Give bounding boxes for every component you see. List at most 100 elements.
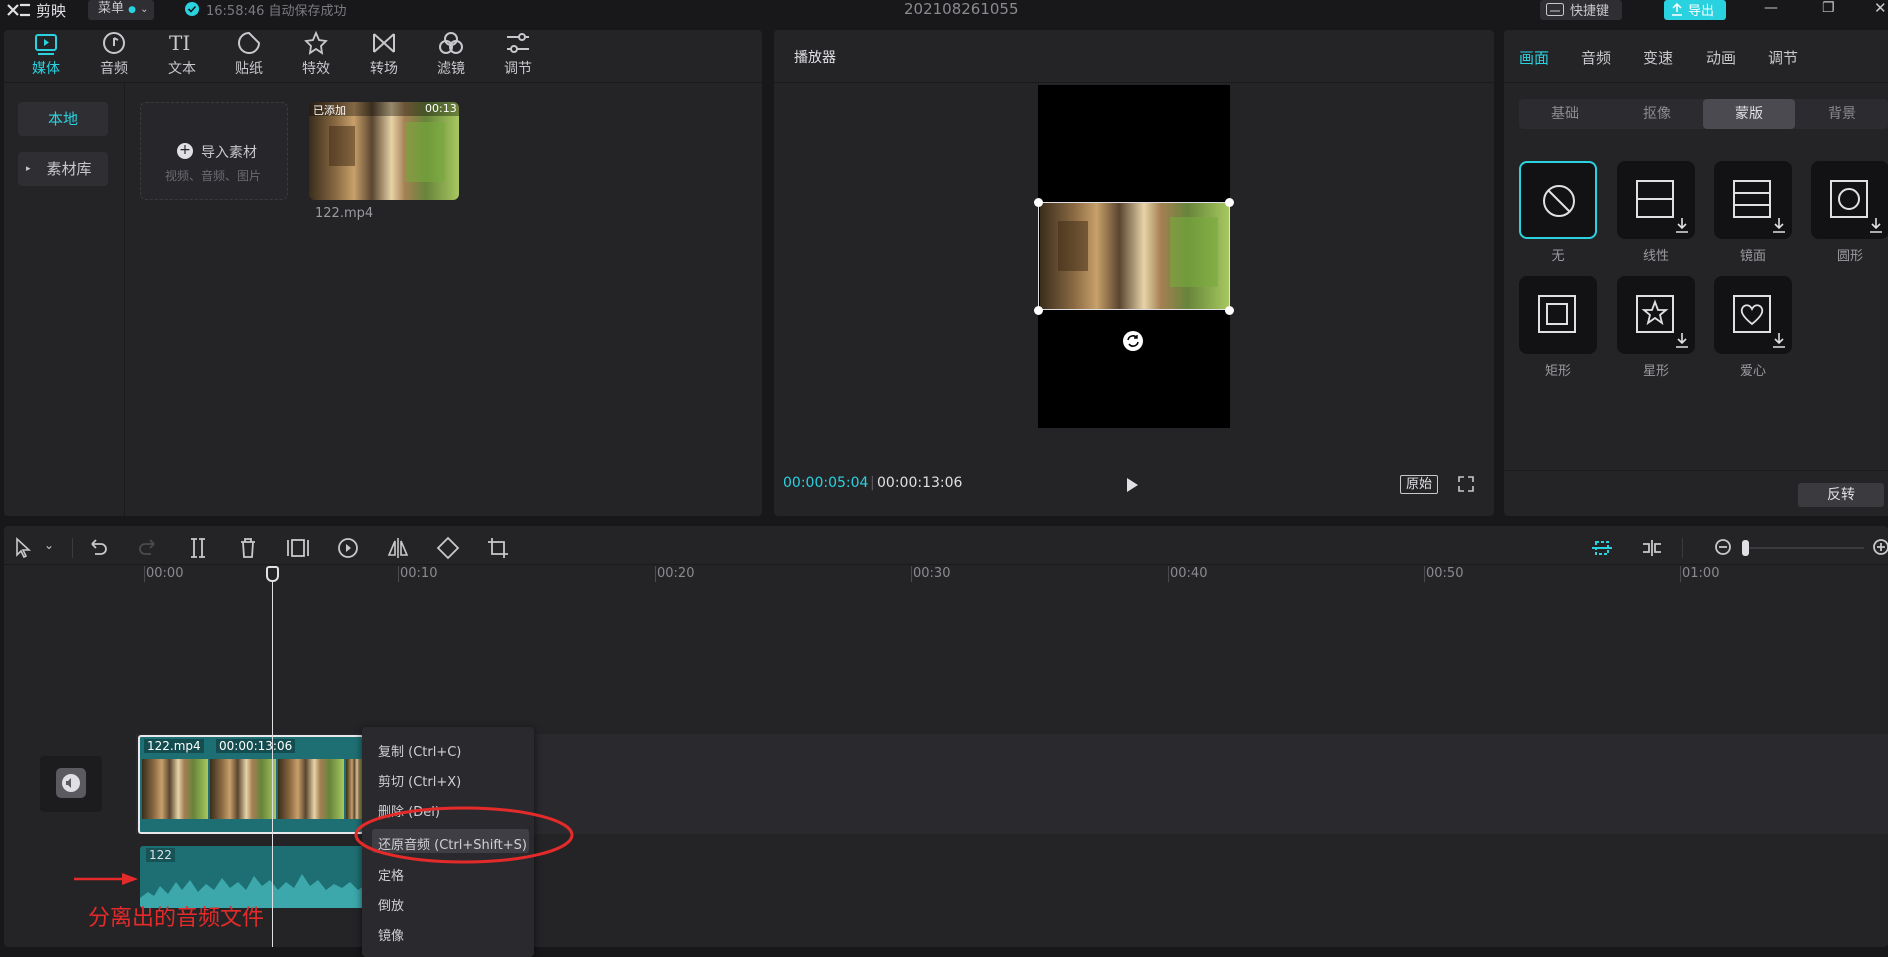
menu-item-copy[interactable]: 复制 (Ctrl+C) [378,741,461,760]
tab-transition[interactable]: 转场 [354,30,414,78]
play-icon[interactable] [1124,476,1140,494]
tab-audio[interactable]: 音频 [84,30,144,78]
original-ratio-button[interactable]: 原始 [1400,475,1438,494]
tab-effects-label: 特效 [302,61,330,77]
menu-button[interactable]: 菜单 ● ⌄ [88,0,154,20]
autosave-status: 16:58:46 自动保存成功 [206,4,347,19]
handle-bottom-left[interactable] [1034,306,1043,315]
segment-mask[interactable]: 蒙版 [1703,99,1795,129]
restore-icon[interactable]: ❐ [1822,0,1835,16]
export-button[interactable]: 导出 [1664,0,1726,20]
tab-animation[interactable]: 动画 [1706,47,1736,68]
mask-heart-label: 爱心 [1739,364,1766,379]
tab-filter[interactable]: 滤镜 [421,30,481,78]
snap-icon[interactable] [1590,536,1614,560]
clip-frame [278,759,344,819]
menu-item-freeze[interactable]: 定格 [378,865,404,884]
close-icon[interactable]: ✕ [1874,0,1887,17]
minimize-icon[interactable]: — [1764,0,1778,16]
tab-inspector-audio[interactable]: 音频 [1581,47,1611,68]
tab-picture[interactable]: 画面 [1519,47,1549,68]
freeze-frame-icon[interactable] [286,536,310,560]
reverse-icon[interactable] [336,536,360,560]
select-tool-icon[interactable] [12,536,36,560]
inspector-footer-divider [1504,470,1888,471]
playhead-handle[interactable] [266,566,279,582]
clip-frame [210,759,276,819]
keyboard-icon [1546,3,1564,16]
handle-top-right[interactable] [1225,198,1234,207]
import-media-button[interactable]: + 导入素材 视频、音频、图片 [140,102,288,200]
tab-media-label: 媒体 [32,61,60,77]
filter-icon [439,32,463,54]
link-clips-icon[interactable] [1640,536,1664,560]
player-divider [774,82,1494,83]
tab-speed[interactable]: 变速 [1643,47,1673,68]
zoom-slider-thumb[interactable] [1742,540,1749,556]
ruler-label: 01:00 [1682,566,1720,581]
shortcut-label: 快捷键 [1570,4,1610,19]
sidebar-item-library-label: 素材库 [46,160,92,178]
undo-icon[interactable] [86,536,110,560]
segment-basic[interactable]: 基础 [1519,99,1611,129]
heart-mask-icon [1733,295,1771,333]
handle-bottom-right[interactable] [1225,306,1234,315]
track-mute-button[interactable] [40,756,102,812]
mask-none[interactable] [1519,161,1597,239]
player-title: 播放器 [794,50,836,66]
ruler-label: 00:20 [657,566,695,581]
media-thumbnail[interactable]: 已添加 00:13 [309,102,459,200]
menu-item-mirror[interactable]: 镜像 [378,925,404,944]
speaker-icon [62,774,80,792]
sidebar-item-library[interactable]: ▸ 素材库 [18,152,108,186]
delete-icon[interactable] [236,536,260,560]
rotate-icon[interactable] [1122,330,1144,352]
menu-dot-icon: ● [128,5,137,15]
tab-media[interactable]: 媒体 [16,30,76,78]
mask-mirror[interactable] [1714,161,1792,239]
mask-circle[interactable] [1811,161,1888,239]
tab-transition-label: 转场 [370,61,398,77]
zoom-out-icon[interactable] [1712,536,1736,560]
tab-effects[interactable]: 特效 [286,30,346,78]
mask-heart[interactable] [1714,276,1792,354]
chevron-down-icon: ⌄ [140,4,149,15]
video-clip[interactable]: 122.mp4 00:00:13:06 [138,735,364,834]
tab-text[interactable]: TI 文本 [152,30,212,78]
zoom-in-icon[interactable] [1870,536,1888,560]
mirror-icon[interactable] [386,536,410,560]
crop-icon[interactable] [486,536,510,560]
mask-rect[interactable] [1519,276,1597,354]
title-bar: 剪映 菜单 ● ⌄ 16:58:46 自动保存成功 202108261055 快… [0,0,1888,20]
none-icon [1543,185,1575,217]
tab-inspector-adjust[interactable]: 调节 [1768,47,1798,68]
annotation-arrow-icon [74,873,138,885]
tab-sticker[interactable]: 贴纸 [219,30,279,78]
invert-button[interactable]: 反转 [1798,483,1884,507]
segment-cutout[interactable]: 抠像 [1611,99,1703,129]
select-dropdown-icon[interactable]: ⌄ [44,538,54,552]
fullscreen-icon[interactable] [1458,476,1474,492]
download-icon [1676,333,1688,348]
audio-clip[interactable]: 122 [140,846,364,908]
mask-star[interactable] [1617,276,1695,354]
menu-item-cut[interactable]: 剪切 (Ctrl+X) [378,771,461,790]
mask-star-label: 星形 [1642,364,1669,379]
audio-icon [103,32,125,54]
timeline-toolbar-divider [4,564,1888,565]
playhead-line[interactable] [272,568,273,947]
mask-linear[interactable] [1617,161,1695,239]
zoom-slider[interactable] [1744,547,1864,549]
mask-rect-label: 矩形 [1544,364,1571,379]
selection-box[interactable] [1038,202,1230,310]
segment-background[interactable]: 背景 [1796,99,1888,129]
rotate-tool-icon[interactable] [436,536,460,560]
shortcut-button[interactable]: 快捷键 [1540,0,1622,20]
effects-icon [304,30,328,55]
sidebar-item-local[interactable]: 本地 [18,102,108,136]
split-icon[interactable] [186,536,210,560]
menu-item-reverse[interactable]: 倒放 [378,895,404,914]
handle-top-left[interactable] [1034,198,1043,207]
check-circle-icon [185,2,199,16]
tab-adjust[interactable]: 调节 [488,30,548,78]
